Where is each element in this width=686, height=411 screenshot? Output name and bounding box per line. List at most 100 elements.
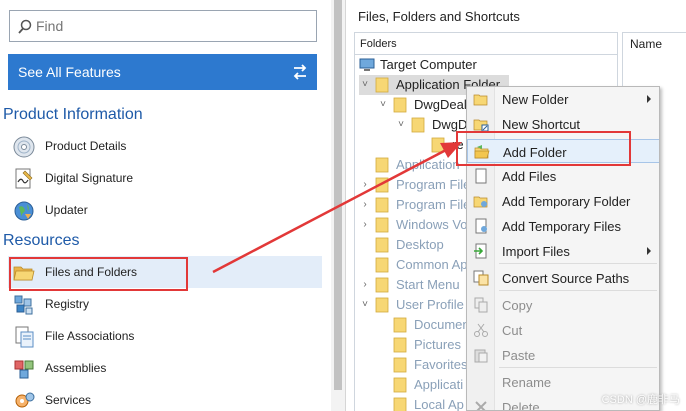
nav-item-digital-signature[interactable]: Digital Signature — [8, 162, 322, 194]
folder-icon — [375, 257, 389, 273]
folder-icon — [375, 157, 389, 173]
expand-chevron-icon[interactable]: › — [359, 219, 371, 231]
menu-separator — [499, 263, 657, 264]
folder-icon — [375, 177, 389, 193]
folder-icon — [393, 377, 407, 393]
tree-node-label: Windows Vo — [396, 217, 468, 232]
globe-icon — [14, 201, 34, 221]
left-scrollbar-thumb[interactable] — [334, 0, 342, 390]
tree-node-label: Start Menu — [396, 277, 460, 292]
folder-icon — [393, 397, 407, 411]
menu-item-label: Rename — [502, 375, 552, 390]
folder-icon — [375, 197, 389, 213]
menu-item-copy[interactable]: Copy — [467, 293, 659, 317]
nav-item-services[interactable]: Services — [8, 384, 322, 411]
swap-arrows-icon — [293, 64, 307, 80]
folder-icon — [393, 337, 407, 353]
folder-icon — [393, 97, 407, 113]
tree-node-label: Target Computer — [380, 57, 477, 72]
submenu-arrow-icon — [647, 95, 651, 103]
tree-node-label: Program File — [396, 177, 471, 192]
nav-item-registry[interactable]: Registry — [8, 288, 322, 320]
tree-node[interactable]: Target Computer — [359, 55, 615, 75]
folder-icon — [375, 297, 389, 313]
cd-icon — [13, 136, 35, 158]
folder-icon — [393, 317, 407, 333]
cut-icon — [473, 322, 489, 338]
nav-item-product-details[interactable]: Product Details — [8, 130, 322, 162]
folder-icon — [393, 357, 407, 373]
tree-node-label: Applicati — [414, 377, 464, 392]
menu-item-label: Add Temporary Files — [502, 219, 621, 234]
search-box[interactable] — [9, 10, 317, 42]
paste-icon — [473, 347, 489, 363]
see-all-features-button[interactable]: See All Features — [8, 54, 317, 90]
registry-icon — [14, 295, 33, 315]
expand-chevron-icon[interactable]: › — [359, 199, 371, 211]
expand-chevron-icon[interactable]: › — [359, 179, 371, 191]
add-files-icon — [473, 168, 489, 184]
menu-item-new-folder[interactable]: New Folder — [467, 87, 659, 111]
tree-node-label: Pictures — [414, 337, 461, 352]
tree-node-label: Local Ap — [414, 397, 464, 411]
signature-icon — [15, 168, 33, 189]
menu-item-convert-source-paths[interactable]: Convert Source Paths — [467, 266, 659, 290]
collapse-chevron-icon[interactable]: ˅ — [395, 119, 407, 131]
menu-item-label: Paste — [502, 348, 536, 363]
tree-node-label: DwgD — [432, 117, 468, 132]
tree-node-label: Application — [396, 157, 460, 172]
folder-icon — [375, 217, 389, 233]
name-header-label: Name — [630, 37, 663, 51]
left-scrollbar[interactable] — [331, 0, 345, 411]
menu-item-add-files[interactable]: Add Files — [467, 164, 659, 188]
tree-node-label: Documen — [414, 317, 470, 332]
nav-item-label: Updater — [45, 203, 88, 217]
menu-item-label: New Shortcut — [502, 117, 581, 132]
nav-item-file-associations[interactable]: File Associations — [8, 320, 322, 352]
collapse-chevron-icon[interactable]: ˅ — [359, 299, 371, 311]
folder-icon — [375, 277, 389, 293]
new-folder-icon — [473, 91, 489, 107]
assemblies-icon — [14, 360, 34, 379]
nav-item-label: Services — [45, 393, 92, 407]
temp-files-icon — [473, 218, 489, 234]
convert-icon — [473, 270, 489, 286]
menu-item-label: Delete — [502, 400, 540, 411]
expand-chevron-icon[interactable]: › — [359, 279, 371, 291]
menu-item-label: Add Files — [502, 169, 557, 184]
menu-item-label: Copy — [502, 298, 533, 313]
menu-item-label: Add Temporary Folder — [502, 194, 631, 209]
delete-icon — [473, 399, 489, 410]
annotation-highlight-add-folder — [456, 131, 631, 166]
menu-item-add-temporary-files[interactable]: Add Temporary Files — [467, 214, 659, 238]
search-input[interactable] — [36, 16, 306, 36]
menu-item-cut[interactable]: Cut — [467, 318, 659, 342]
menu-item-paste[interactable]: Paste — [467, 343, 659, 367]
nav-item-updater[interactable]: Updater — [8, 194, 322, 226]
folder-icon — [375, 237, 389, 253]
computer-icon — [359, 57, 375, 73]
menu-item-import-files[interactable]: Import Files — [467, 239, 659, 263]
folders-column-header[interactable]: Folders — [355, 33, 617, 55]
tree-node-label: Desktop — [396, 237, 444, 252]
nav-item-label: Digital Signature — [45, 171, 134, 185]
tree-node-label: Favorites — [414, 357, 468, 372]
collapse-chevron-icon[interactable]: ˅ — [359, 79, 371, 91]
panel-title: Files, Folders and Shortcuts — [358, 9, 520, 24]
import-icon — [473, 243, 489, 259]
file-association-icon — [15, 326, 34, 348]
shortcut-icon — [473, 116, 489, 132]
collapse-chevron-icon[interactable]: ˅ — [377, 99, 389, 111]
menu-item-label: Cut — [502, 323, 523, 338]
menu-item-add-temporary-folder[interactable]: Add Temporary Folder — [467, 189, 659, 213]
nav-item-assemblies[interactable]: Assemblies — [8, 352, 322, 384]
nav-item-label: Registry — [45, 297, 90, 311]
